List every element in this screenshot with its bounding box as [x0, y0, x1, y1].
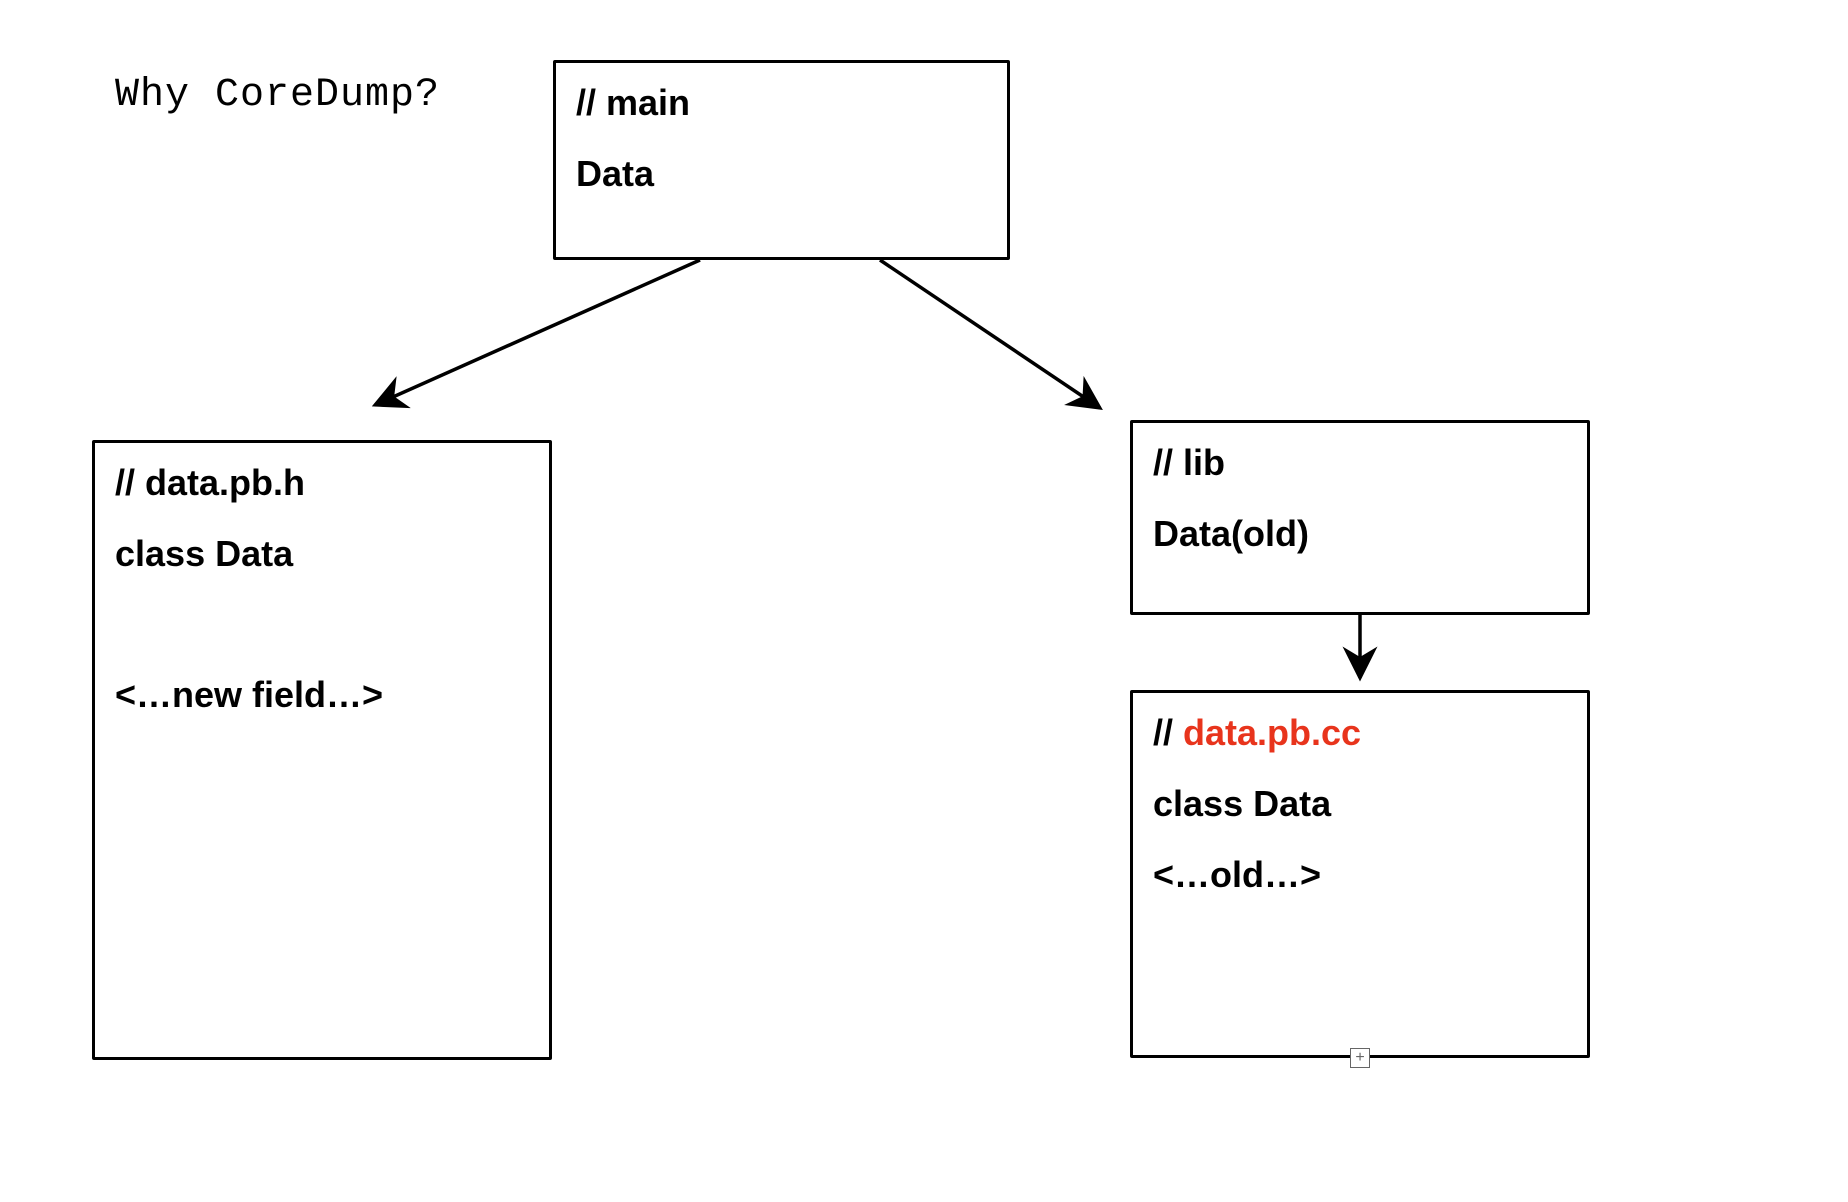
- diagram-canvas: Why CoreDump? // main Data // data.pb.h …: [0, 0, 1848, 1202]
- arrow-main-to-lib: [880, 260, 1100, 408]
- box-main: // main Data: [553, 60, 1010, 260]
- box-impl: // data.pb.cc class Data <…old…>: [1130, 690, 1590, 1058]
- box-header-comment: // data.pb.h: [115, 461, 529, 504]
- box-main-comment: // main: [576, 81, 987, 124]
- box-lib-body: Data(old): [1153, 512, 1567, 555]
- box-impl-comment-prefix: //: [1153, 712, 1183, 753]
- arrow-main-to-header: [375, 260, 700, 405]
- box-lib-comment: // lib: [1153, 441, 1567, 484]
- box-impl-body2: <…old…>: [1153, 853, 1567, 896]
- box-impl-comment-file: data.pb.cc: [1183, 712, 1361, 753]
- box-lib: // lib Data(old): [1130, 420, 1590, 615]
- add-node-handle[interactable]: +: [1350, 1048, 1370, 1068]
- box-main-body: Data: [576, 152, 987, 195]
- box-header-body2: <…new field…>: [115, 673, 529, 716]
- diagram-title: Why CoreDump?: [115, 73, 440, 118]
- box-impl-comment: // data.pb.cc: [1153, 711, 1567, 754]
- box-header: // data.pb.h class Data <…new field…>: [92, 440, 552, 1060]
- box-impl-body1: class Data: [1153, 782, 1567, 825]
- box-header-body1: class Data: [115, 532, 529, 575]
